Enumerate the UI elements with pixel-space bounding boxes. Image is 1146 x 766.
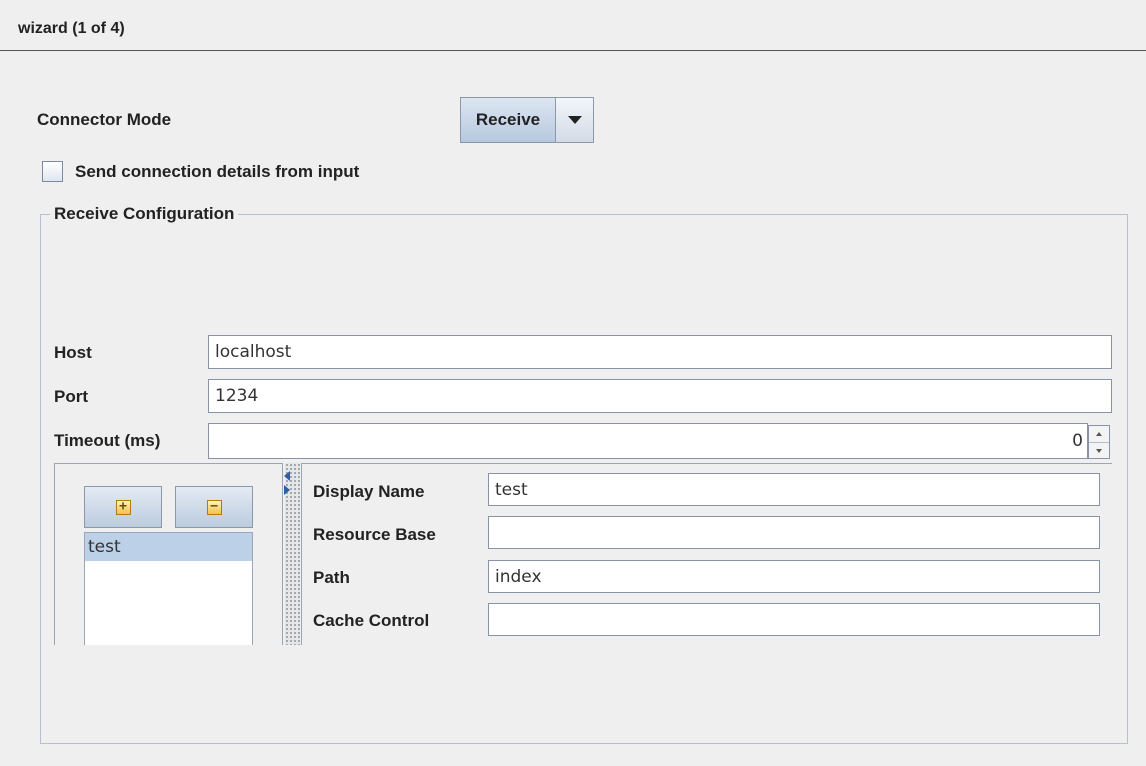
resource-base-input[interactable] xyxy=(488,516,1100,549)
cache-control-input[interactable] xyxy=(488,603,1100,636)
spinner-up-button[interactable] xyxy=(1089,426,1109,442)
title-divider xyxy=(0,50,1146,51)
timeout-input[interactable]: 0 xyxy=(208,423,1088,459)
cache-control-label: Cache Control xyxy=(313,611,430,630)
connector-mode-label: Connector Mode xyxy=(37,110,172,129)
arrow-down-icon xyxy=(1096,449,1102,453)
host-input[interactable]: localhost xyxy=(208,335,1112,369)
resource-list[interactable]: test xyxy=(84,532,253,645)
minus-icon: − xyxy=(206,499,222,515)
arrow-up-icon xyxy=(1096,432,1102,436)
display-name-label: Display Name xyxy=(313,482,425,501)
display-name-input[interactable]: test xyxy=(488,473,1100,506)
host-label: Host xyxy=(54,343,92,362)
path-input[interactable]: index xyxy=(488,560,1100,593)
plus-icon: + xyxy=(115,499,131,515)
remove-resource-button[interactable]: − xyxy=(175,486,253,528)
timeout-label: Timeout (ms) xyxy=(54,431,161,450)
collapse-left-icon[interactable] xyxy=(284,471,290,481)
connector-mode-dropdown[interactable]: Receive xyxy=(460,97,594,143)
add-resource-button[interactable]: + xyxy=(84,486,162,528)
port-input[interactable]: 1234 xyxy=(208,379,1112,413)
receive-configuration-legend: Receive Configuration xyxy=(50,204,239,224)
path-label: Path xyxy=(313,568,350,587)
connector-mode-value: Receive xyxy=(475,110,541,129)
list-item[interactable]: test xyxy=(85,533,252,561)
timeout-spinner[interactable] xyxy=(1088,425,1110,459)
port-label: Port xyxy=(54,387,88,406)
send-details-checkbox[interactable] xyxy=(42,161,63,182)
splitter-arrows[interactable] xyxy=(284,471,290,495)
dropdown-arrow-button[interactable] xyxy=(555,98,593,142)
send-details-label[interactable]: Send connection details from input xyxy=(75,162,359,182)
spinner-down-button[interactable] xyxy=(1089,442,1109,459)
expand-right-icon[interactable] xyxy=(284,485,290,495)
chevron-down-icon xyxy=(567,116,582,124)
wizard-title: wizard (1 of 4) xyxy=(18,20,125,37)
resource-base-label: Resource Base xyxy=(313,525,436,544)
